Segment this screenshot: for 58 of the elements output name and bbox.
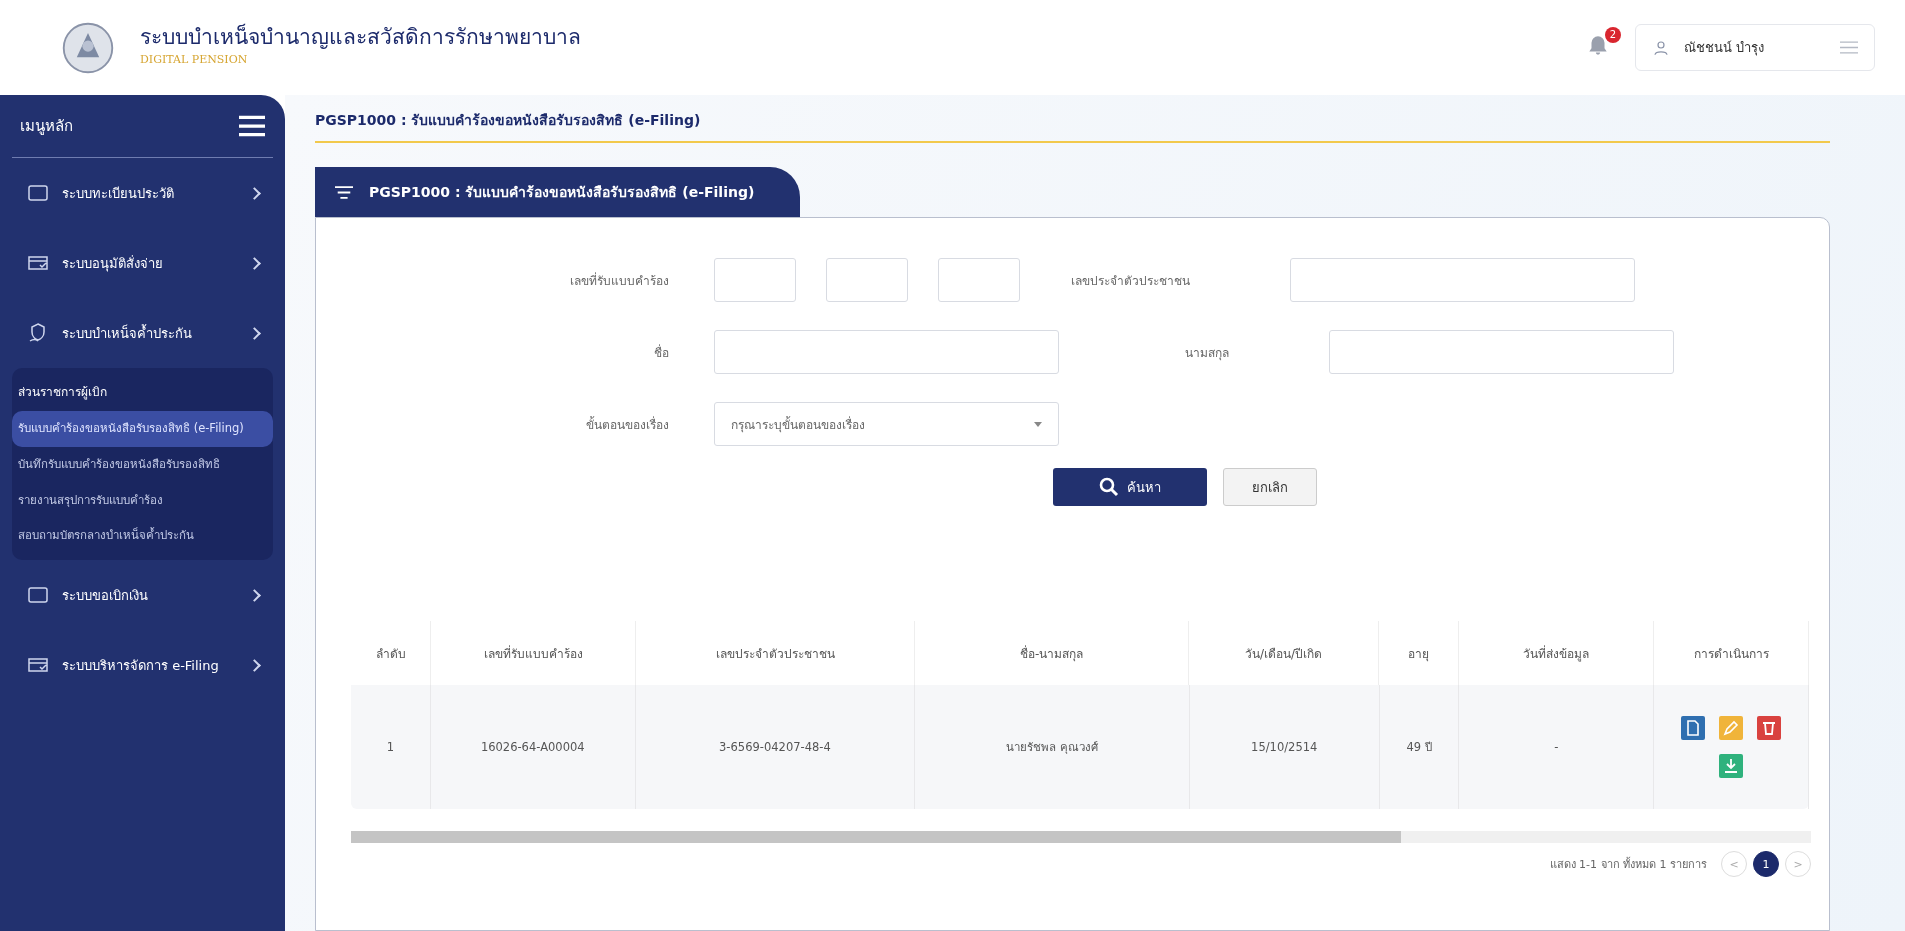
input-field[interactable] (714, 330, 1059, 374)
column-header: วัน/เดือน/ปีเกิด (1189, 621, 1379, 685)
caret-icon (1034, 421, 1042, 427)
field-label: ขั้นตอนของเรื่อง (585, 415, 669, 434)
user-name: ณัชชนน์ บำรุง (1684, 39, 1766, 58)
trash-icon[interactable] (1757, 716, 1782, 740)
submenu-item[interactable]: รับแบบคำร้องขอหนังสือรับรองสิทธิ (e-Filing) (12, 411, 273, 447)
app-title: ระบบบำเหน็จบำนาญและสวัสดิการรักษาพยาบาล (140, 22, 581, 51)
submenu-item[interactable]: บันทึกรับแบบคำร้องขอหนังสือรับรองสิทธิ (12, 446, 273, 483)
search-button[interactable]: ค้นหา (1053, 468, 1207, 506)
submenu-heading: ส่วนราชการผู้เบิก (17, 384, 108, 402)
column-header: ลำดับ (351, 621, 432, 685)
pagination-summary: แสดง 1-1 จาก ทั้งหมด 1 รายการ (1549, 856, 1707, 873)
input-field[interactable] (714, 258, 796, 302)
sidebar-title: เมนูหลัก (20, 116, 73, 137)
page-button[interactable]: 1 (1753, 851, 1779, 877)
dropdown-field[interactable]: กรุณาระบุขั้นตอนของเรื่อง (714, 402, 1059, 446)
search-icon (1099, 477, 1119, 497)
column-header: เลขที่รับแบบคำร้อง (431, 621, 637, 685)
cancel-button[interactable]: ยกเลิก (1223, 468, 1317, 506)
sidebar-item[interactable]: ระบบบริหารจัดการ e-Filing (12, 630, 273, 701)
column-header: การดำเนินการ (1654, 621, 1809, 685)
table-cell: 15/10/2514 (1189, 685, 1380, 809)
document-icon[interactable] (1681, 716, 1706, 740)
field-label: เลขประจำตัวประชาชน (1070, 272, 1190, 290)
submenu-item[interactable]: สอบถามบัตรกลางบำเหน็จค้ำประกัน (12, 518, 273, 555)
card-title: PGSP1000 : รับแบบคำร้องขอหนังสือรับรองสิทธิ (e-Filing) (369, 183, 755, 202)
input-field[interactable] (1329, 330, 1674, 374)
table-cell: - (1459, 685, 1655, 809)
sidebar-item[interactable]: ระบบบำเหน็จค้ำประกัน (12, 298, 273, 368)
download-icon[interactable] (1719, 754, 1744, 778)
table-cell: 3-6569-04207-48-4 (635, 685, 916, 809)
field-label: นามสกุล (1184, 344, 1229, 362)
column-header: อายุ (1378, 621, 1460, 685)
field-label: ชื่อ (653, 343, 669, 362)
app-subtitle: DIGITAL PENSION (140, 53, 249, 66)
submenu-item[interactable]: รายงานสรุปการรับแบบคำร้อง (12, 482, 273, 519)
user-icon (1652, 38, 1670, 57)
sidebar-item[interactable]: ระบบอนุมัติสั่งจ่าย (12, 228, 273, 298)
field-label: เลขที่รับแบบคำร้อง (569, 271, 669, 290)
table-cell: 1 (351, 685, 431, 809)
user-menu[interactable]: ณัชชนน์ บำรุง (1635, 24, 1875, 71)
input-field[interactable] (938, 258, 1020, 302)
table-cell: 49 ปี (1379, 685, 1460, 809)
column-header: เลขประจำตัวประชาชน (636, 621, 916, 685)
input-field[interactable] (1290, 258, 1635, 302)
filter-icon (335, 185, 353, 199)
sidebar-item[interactable]: ระบบทะเบียนประวัติ (12, 158, 273, 228)
column-header: วันที่ส่งข้อมูล (1459, 621, 1655, 685)
horizontal-scrollbar[interactable] (351, 831, 1811, 843)
table-cell: 16026-64-A00004 (430, 685, 636, 809)
sidebar-item[interactable]: ระบบขอเบิกเงิน (12, 560, 273, 631)
notification-badge: 2 (1605, 26, 1621, 43)
table-cell: นายรัชพล คุณวงศ์ (915, 685, 1190, 809)
input-field[interactable] (826, 258, 908, 302)
page-heading: PGSP1000 : รับแบบคำร้องขอหนังสือรับรองสิทธิ (e-Filing) (315, 95, 1830, 143)
edit-icon[interactable] (1719, 716, 1744, 740)
column-header: ชื่อ-นามสกุล (915, 621, 1190, 685)
